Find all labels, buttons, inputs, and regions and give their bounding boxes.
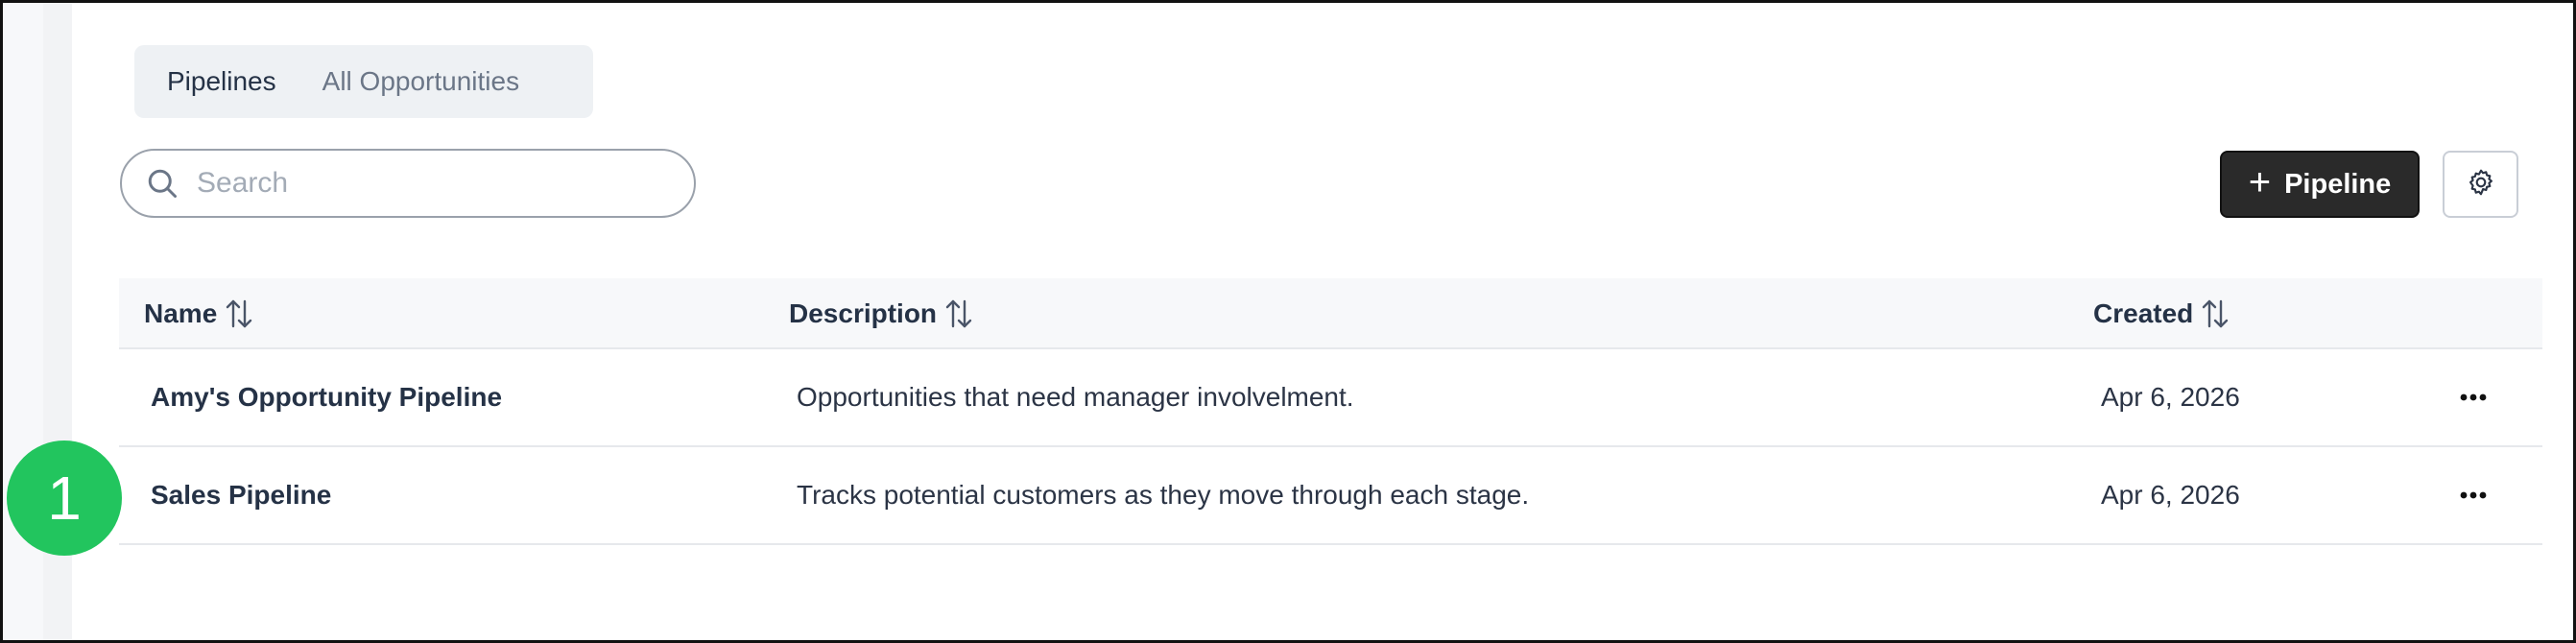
tab-all-opportunities[interactable]: All Opportunities — [299, 53, 542, 110]
add-pipeline-button[interactable]: + Pipeline — [2220, 151, 2420, 218]
search-icon — [143, 164, 181, 202]
more-options-icon[interactable] — [2449, 447, 2497, 543]
sort-icon[interactable] — [2201, 298, 2230, 330]
pipeline-created-date: Apr 6, 2026 — [2101, 382, 2240, 412]
table-header: Name Description Created — [119, 278, 2542, 349]
pipelines-table: Name Description Created Amy's Opportuni… — [119, 278, 2542, 545]
search-box[interactable] — [120, 149, 696, 218]
pipeline-name[interactable]: Amy's Opportunity Pipeline — [151, 349, 502, 445]
plus-icon: + — [2248, 161, 2272, 203]
pipeline-description: Opportunities that need manager involvel… — [797, 382, 1354, 412]
add-pipeline-label: Pipeline — [2284, 168, 2392, 200]
column-header-created[interactable]: Created — [2093, 278, 2230, 349]
tab-pipelines[interactable]: Pipelines — [144, 53, 299, 110]
table-row[interactable]: Sales Pipeline Tracks potential customer… — [119, 447, 2542, 545]
more-options-icon[interactable] — [2449, 349, 2497, 445]
pipeline-name[interactable]: Sales Pipeline — [151, 447, 331, 543]
column-header-description[interactable]: Description — [789, 278, 973, 349]
gear-icon — [2466, 167, 2496, 202]
pipeline-description: Tracks potential customers as they move … — [797, 480, 1530, 510]
sort-icon[interactable] — [225, 298, 253, 330]
column-header-name[interactable]: Name — [144, 278, 253, 349]
settings-button[interactable] — [2443, 151, 2518, 218]
table-row[interactable]: Amy's Opportunity Pipeline Opportunities… — [119, 349, 2542, 447]
step-number-badge: 1 — [7, 441, 122, 556]
view-tabs: Pipelines All Opportunities — [134, 45, 593, 118]
pipeline-created-date: Apr 6, 2026 — [2101, 480, 2240, 510]
search-input[interactable] — [197, 167, 677, 200]
sort-icon[interactable] — [944, 298, 973, 330]
